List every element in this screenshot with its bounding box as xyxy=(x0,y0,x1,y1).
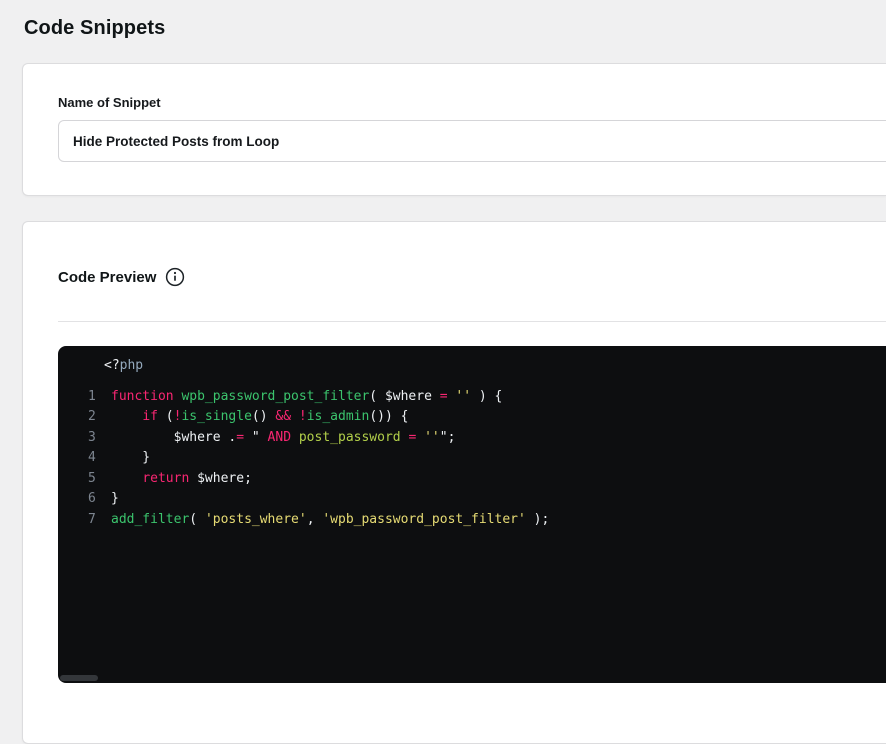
snippet-name-label: Name of Snippet xyxy=(58,95,886,110)
code-preview-heading-row: Code Preview xyxy=(23,267,886,287)
code-line: 7 add_filter( 'posts_where', 'wpb_passwor… xyxy=(58,510,886,531)
code-editor[interactable]: <?php 1 function wpb_password_post_filter… xyxy=(58,346,886,683)
code-token: ()) { xyxy=(369,409,408,424)
code-token: () xyxy=(252,409,275,424)
code-line: 4 } xyxy=(58,448,886,469)
code-token: $where; xyxy=(189,471,252,486)
horizontal-scrollbar-thumb[interactable] xyxy=(60,675,98,681)
code-line: 5 return $where; xyxy=(58,469,886,490)
code-token: } xyxy=(111,491,119,506)
code-token xyxy=(416,430,424,445)
code-token: if xyxy=(142,409,158,424)
code-token: 'posts_where' xyxy=(205,512,307,527)
line-number: 5 xyxy=(88,469,102,490)
line-number: 1 xyxy=(88,387,102,408)
code-token: add_filter xyxy=(111,512,189,527)
page-title: Code Snippets xyxy=(0,0,886,40)
code-token: , xyxy=(307,512,323,527)
code-token: php xyxy=(120,358,143,373)
info-circle-icon[interactable] xyxy=(165,267,185,287)
code-lines: 1function wpb_password_post_filter( $whe… xyxy=(58,387,886,531)
code-preview-card: Code Preview <?php 1 function wpb_passwor… xyxy=(22,221,886,744)
code-preview-heading: Code Preview xyxy=(58,269,156,286)
code-token: ( xyxy=(189,512,205,527)
code-token xyxy=(111,409,142,424)
code-token: ); xyxy=(526,512,549,527)
code-token: = xyxy=(440,389,448,404)
code-line: 2 if (!is_single() && !is_admin()) { xyxy=(58,407,886,428)
line-number: 4 xyxy=(88,448,102,469)
code-token xyxy=(291,430,299,445)
code-token: } xyxy=(111,450,150,465)
code-token: '' xyxy=(424,430,440,445)
code-token: ( xyxy=(158,409,174,424)
code-token: is_admin xyxy=(307,409,370,424)
code-line: 3 $where .= " AND post_password = ''"; xyxy=(58,428,886,449)
code-token: post_password xyxy=(299,430,401,445)
line-number: 7 xyxy=(88,510,102,531)
code-token: 'wpb_password_post_filter' xyxy=(322,512,526,527)
snippet-name-input[interactable] xyxy=(58,120,886,162)
code-token: <? xyxy=(104,358,120,373)
code-token: && xyxy=(275,409,291,424)
code-token: '' xyxy=(455,389,471,404)
code-line: 1 function wpb_password_post_filter( $whe… xyxy=(58,387,886,408)
code-token: ( $where xyxy=(369,389,439,404)
php-open-tag-line: <?php xyxy=(58,356,886,377)
line-number: 3 xyxy=(88,428,102,449)
code-token: ) { xyxy=(471,389,502,404)
code-token: = xyxy=(236,430,244,445)
code-token: "; xyxy=(440,430,456,445)
code-line: 6} xyxy=(58,489,886,510)
code-token: AND xyxy=(268,430,291,445)
line-number: 2 xyxy=(88,407,102,428)
code-token: ! xyxy=(299,409,307,424)
line-number: 6 xyxy=(88,489,102,510)
page: Code Snippets Name of Snippet Code Previ… xyxy=(0,0,886,744)
code-token: " xyxy=(244,430,267,445)
snippet-name-card: Name of Snippet xyxy=(22,63,886,196)
code-token: $where . xyxy=(111,430,236,445)
code-token: function xyxy=(111,389,174,404)
code-token: wpb_password_post_filter xyxy=(181,389,369,404)
code-token xyxy=(291,409,299,424)
code-token: is_single xyxy=(181,409,251,424)
divider xyxy=(58,321,886,322)
code-token xyxy=(111,471,142,486)
code-token: return xyxy=(142,471,189,486)
